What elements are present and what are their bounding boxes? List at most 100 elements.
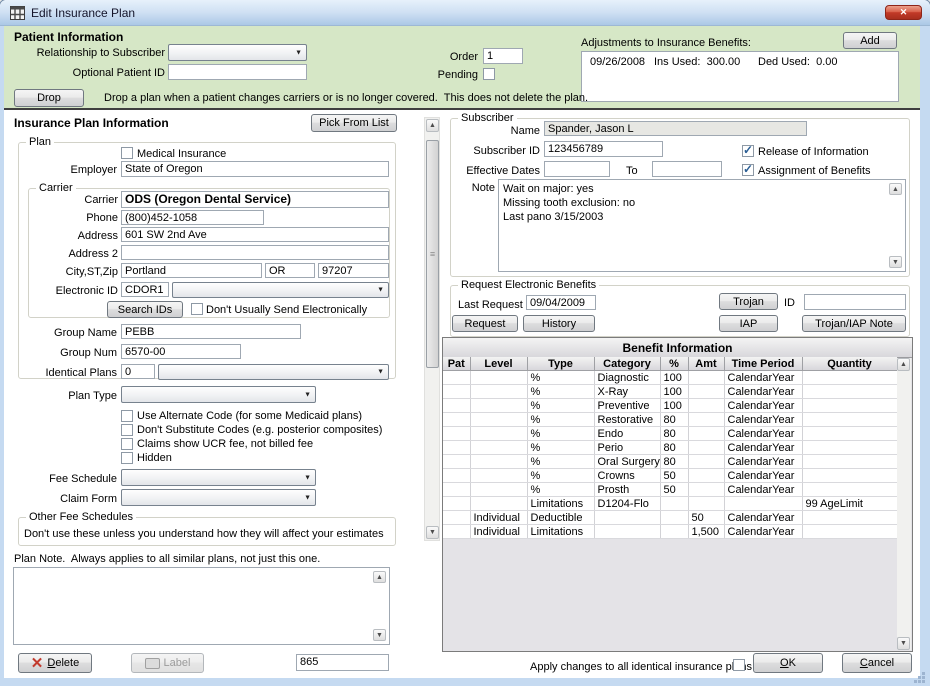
- fee-schedule-label: Fee Schedule: [20, 473, 117, 486]
- iap-button[interactable]: IAP: [719, 315, 778, 332]
- claim-form-dropdown[interactable]: ADA 2006 ▼: [121, 489, 316, 506]
- ok-button[interactable]: OK: [753, 653, 823, 673]
- table-row[interactable]: IndividualLimitations1,500CalendarYear: [443, 525, 897, 539]
- benefit-table-title: Benefit Information: [443, 338, 912, 358]
- trojan-button[interactable]: Trojan: [719, 293, 778, 310]
- table-row[interactable]: IndividualDeductible50CalendarYear: [443, 511, 897, 525]
- table-row[interactable]: %Diagnostic100CalendarYear: [443, 371, 897, 385]
- plan-id-field[interactable]: 865: [296, 654, 389, 671]
- identical-plans-field[interactable]: 0: [121, 364, 155, 379]
- claims-show-ucr-checkbox[interactable]: [121, 438, 133, 450]
- close-button[interactable]: ✕: [885, 5, 922, 20]
- scrollbar-thumb[interactable]: [426, 140, 439, 368]
- table-row[interactable]: %Endo80CalendarYear: [443, 427, 897, 441]
- add-adjustment-button[interactable]: Add: [843, 32, 897, 49]
- title-bar[interactable]: Edit Insurance Plan ✕: [0, 0, 930, 26]
- window-frame-right[interactable]: [920, 26, 930, 678]
- table-cell: [443, 399, 470, 413]
- plan-type-dropdown[interactable]: Category Percentage ▼: [121, 386, 316, 403]
- subscriber-id-field[interactable]: 123456789: [544, 141, 663, 157]
- zip-field[interactable]: 97207: [318, 263, 389, 278]
- last-request-field[interactable]: 09/04/2009: [526, 295, 596, 310]
- column-header[interactable]: Type: [527, 357, 594, 371]
- column-header[interactable]: Pat: [443, 357, 470, 371]
- medical-insurance-checkbox[interactable]: [121, 147, 133, 159]
- window-frame-bottom[interactable]: [0, 678, 930, 686]
- carrier-field[interactable]: ODS (Oregon Dental Service): [121, 191, 389, 208]
- assignment-of-benefits-label: Assignment of Benefits: [758, 165, 871, 178]
- column-header[interactable]: Category: [594, 357, 660, 371]
- group-name-field[interactable]: PEBB: [121, 324, 301, 339]
- scroll-up-icon[interactable]: ▲: [373, 571, 386, 583]
- table-cell: [688, 497, 724, 511]
- scroll-down-icon[interactable]: ▼: [373, 629, 386, 641]
- use-alternate-code-checkbox[interactable]: [121, 410, 133, 422]
- delete-button[interactable]: ✕ Delete: [18, 653, 92, 673]
- pick-from-list-button[interactable]: Pick From List: [311, 114, 397, 132]
- group-name-label: Group Name: [20, 327, 117, 340]
- table-row[interactable]: %Oral Surgery80CalendarYear: [443, 455, 897, 469]
- column-header[interactable]: Quantity: [802, 357, 897, 371]
- scroll-up-icon[interactable]: ▲: [897, 358, 910, 371]
- table-row[interactable]: %Perio80CalendarYear: [443, 441, 897, 455]
- dont-substitute-codes-checkbox[interactable]: [121, 424, 133, 436]
- hidden-checkbox[interactable]: [121, 452, 133, 464]
- table-row[interactable]: %Prosth50CalendarYear: [443, 483, 897, 497]
- column-header[interactable]: Level: [470, 357, 527, 371]
- table-cell: 80: [660, 441, 688, 455]
- column-header[interactable]: %: [660, 357, 688, 371]
- table-row[interactable]: %Restorative80CalendarYear: [443, 413, 897, 427]
- effective-to-field[interactable]: [652, 161, 722, 177]
- state-field[interactable]: OR: [265, 263, 315, 278]
- search-ids-button[interactable]: Search IDs: [107, 301, 183, 318]
- benefit-table-scrollbar[interactable]: ▲ ▼: [897, 358, 911, 650]
- scroll-down-icon[interactable]: ▼: [889, 256, 902, 268]
- table-row[interactable]: LimitationsD1204-Flo99 AgeLimit: [443, 497, 897, 511]
- cancel-button[interactable]: Cancel: [842, 653, 912, 673]
- plan-note-textarea[interactable]: ▲ ▼: [13, 567, 390, 645]
- drop-button[interactable]: Drop: [14, 89, 84, 107]
- column-header[interactable]: Amt: [688, 357, 724, 371]
- fee-schedule-dropdown[interactable]: ODS ▼: [121, 469, 316, 486]
- resize-grip[interactable]: [922, 676, 925, 679]
- table-row[interactable]: %Preventive100CalendarYear: [443, 399, 897, 413]
- table-row[interactable]: %X-Ray100CalendarYear: [443, 385, 897, 399]
- city-field[interactable]: Portland: [121, 263, 262, 278]
- employer-field[interactable]: State of Oregon: [121, 161, 389, 177]
- relationship-dropdown[interactable]: Self ▼: [168, 44, 307, 61]
- request-button[interactable]: Request: [452, 315, 518, 332]
- cancel-button-label: Cancel: [860, 657, 894, 669]
- table-row[interactable]: %Crowns50CalendarYear: [443, 469, 897, 483]
- trojan-id-field[interactable]: [804, 294, 906, 310]
- electronic-id-dropdown[interactable]: multiple payors use this ID ▼: [172, 282, 389, 298]
- effective-from-field[interactable]: [544, 161, 610, 177]
- window-title: Edit Insurance Plan: [31, 7, 135, 20]
- phone-field[interactable]: (800)452-1058: [121, 210, 264, 225]
- scroll-down-icon[interactable]: ▼: [897, 637, 910, 650]
- table-cell: Limitations: [527, 525, 594, 539]
- electronic-id-field[interactable]: CDOR1: [121, 282, 169, 297]
- subscriber-note-textarea[interactable]: Wait on major: yes Missing tooth exclusi…: [498, 179, 906, 272]
- assignment-of-benefits-checkbox[interactable]: [742, 164, 754, 176]
- group-num-field[interactable]: 6570-00: [121, 344, 241, 359]
- apply-identical-checkbox[interactable]: [733, 659, 745, 671]
- address2-field[interactable]: [121, 245, 389, 260]
- label-button[interactable]: Label: [131, 653, 204, 673]
- identical-plans-dropdown[interactable]: ▼: [158, 364, 389, 380]
- scroll-up-icon[interactable]: ▲: [426, 119, 439, 132]
- history-button[interactable]: History: [523, 315, 595, 332]
- scroll-down-icon[interactable]: ▼: [426, 526, 439, 539]
- chevron-down-icon: ▼: [304, 471, 311, 484]
- trojan-iap-note-button[interactable]: Trojan/IAP Note: [802, 315, 906, 332]
- scroll-up-icon[interactable]: ▲: [889, 183, 902, 195]
- adjustments-list[interactable]: 09/26/2008 Ins Used: 300.00 Ded Used: 0.…: [581, 51, 899, 102]
- release-of-information-checkbox[interactable]: [742, 145, 754, 157]
- optional-patient-id-field[interactable]: [168, 64, 307, 80]
- dont-send-electronically-checkbox[interactable]: [191, 303, 203, 315]
- table-cell: Preventive: [594, 399, 660, 413]
- order-field[interactable]: 1: [483, 48, 523, 64]
- column-header[interactable]: Time Period: [724, 357, 802, 371]
- left-panel-scrollbar[interactable]: ▲ ▼: [424, 117, 440, 541]
- pending-checkbox[interactable]: [483, 68, 495, 80]
- address-field[interactable]: 601 SW 2nd Ave: [121, 227, 389, 242]
